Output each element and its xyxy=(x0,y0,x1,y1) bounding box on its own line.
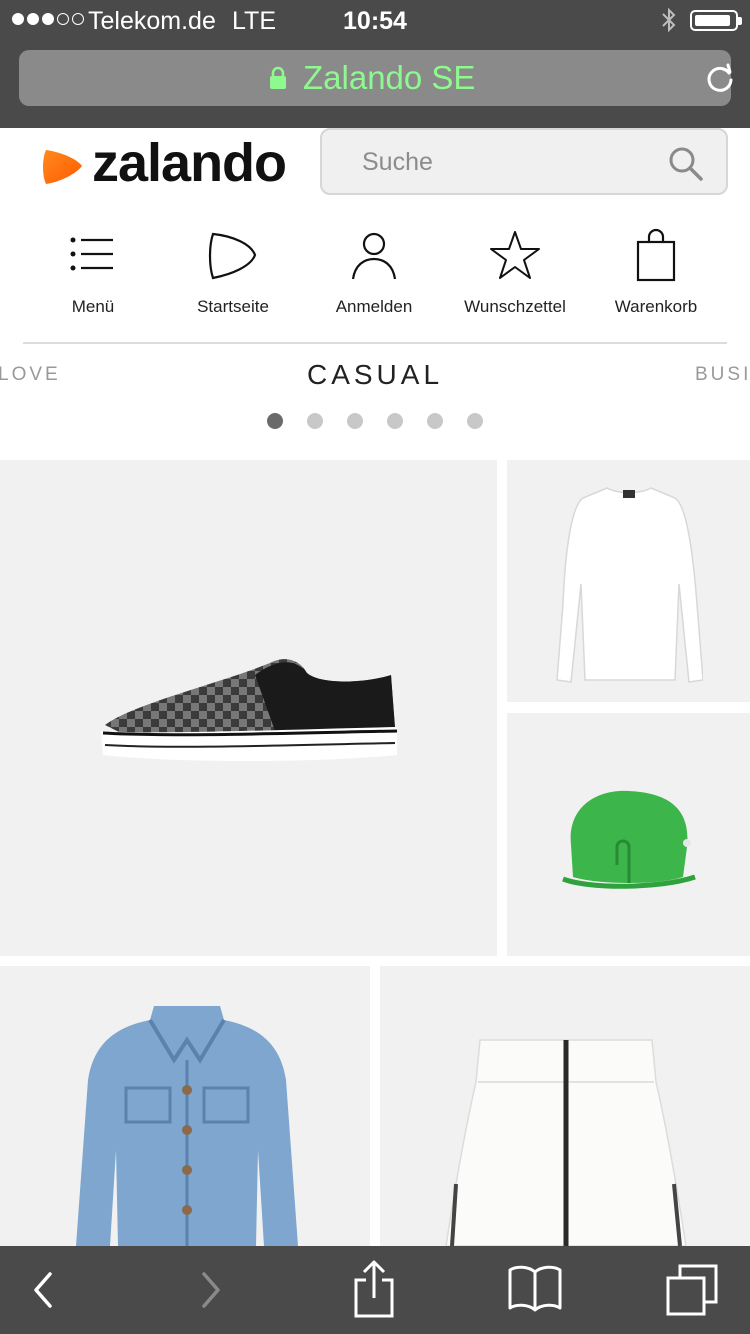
zalando-logo[interactable]: zalando xyxy=(40,133,290,194)
tabs-icon[interactable] xyxy=(666,1264,720,1316)
bag-image xyxy=(562,790,696,889)
user-icon xyxy=(351,232,397,280)
star-icon xyxy=(490,231,540,279)
lock-icon xyxy=(270,66,286,89)
product-tile-jacket[interactable] xyxy=(0,966,370,1246)
skirt-image xyxy=(445,1039,687,1246)
browser-toolbar xyxy=(0,1246,750,1334)
browser-top-chrome: Telekom.de LTE 10:54 Zalando SE xyxy=(0,0,750,128)
product-tile-bag[interactable] xyxy=(507,713,750,956)
nav-login-label: Anmelden xyxy=(335,297,413,316)
search-box[interactable] xyxy=(320,128,728,195)
jacket-image xyxy=(76,1006,298,1246)
nav-home[interactable]: Startseite xyxy=(163,228,303,324)
url-title: Zalando SE xyxy=(303,59,476,96)
battery-icon xyxy=(690,10,742,31)
bag-icon xyxy=(636,228,676,282)
share-icon[interactable] xyxy=(352,1258,396,1320)
nav-wishlist-label: Wunschzettel xyxy=(464,297,566,316)
bookmarks-icon[interactable] xyxy=(508,1264,562,1312)
carousel-dot[interactable] xyxy=(307,413,323,429)
nav-divider xyxy=(23,342,727,344)
sneaker-image xyxy=(101,659,398,761)
bluetooth-icon xyxy=(662,7,676,33)
back-icon[interactable] xyxy=(28,1270,58,1310)
nav-wishlist[interactable]: Wunschzettel xyxy=(445,228,585,324)
menu-icon xyxy=(70,237,113,271)
status-bar: Telekom.de LTE 10:54 xyxy=(0,0,750,40)
status-time: 10:54 xyxy=(343,7,407,35)
zalando-logo-mark-icon xyxy=(43,150,82,184)
carousel-dot[interactable] xyxy=(427,413,443,429)
carousel-dot[interactable] xyxy=(387,413,403,429)
reload-icon[interactable] xyxy=(705,63,735,93)
search-input[interactable] xyxy=(362,148,662,177)
home-icon xyxy=(208,232,257,280)
carousel-next-category[interactable]: BUSI xyxy=(695,364,750,386)
carousel-dot[interactable] xyxy=(267,413,283,429)
nav-menu[interactable]: Menü xyxy=(23,228,163,324)
logo-text: zalando xyxy=(92,133,287,193)
product-tile-shirt[interactable] xyxy=(507,460,750,702)
nav-login[interactable]: Anmelden xyxy=(304,228,444,324)
nav-cart[interactable]: Warenkorb xyxy=(586,228,726,324)
carousel-pagination[interactable] xyxy=(267,413,483,429)
nav-cart-label: Warenkorb xyxy=(614,297,698,316)
nav-home-label: Startseite xyxy=(197,297,269,316)
forward-icon[interactable] xyxy=(196,1270,226,1310)
product-tile-skirt[interactable] xyxy=(380,966,750,1246)
carousel-current-category: CASUAL xyxy=(306,359,444,390)
search-icon[interactable] xyxy=(668,146,704,182)
nav-menu-label: Menü xyxy=(71,297,115,316)
carousel-dot[interactable] xyxy=(347,413,363,429)
carousel-dot[interactable] xyxy=(467,413,483,429)
address-bar[interactable]: Zalando SE xyxy=(19,50,733,106)
shirt-image xyxy=(556,487,703,683)
product-tile-sneaker[interactable] xyxy=(0,460,497,956)
